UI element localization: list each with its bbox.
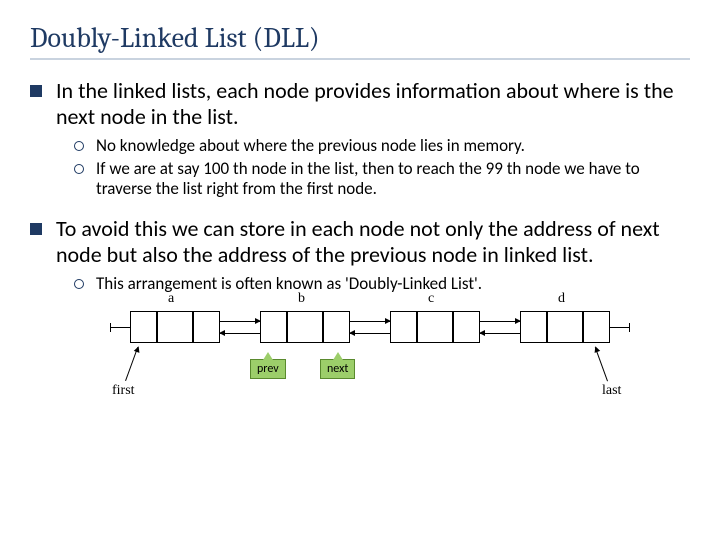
square-bullet-icon	[30, 85, 42, 97]
bullet-1-sub-2: If we are at say 100 th node in the list…	[74, 159, 690, 200]
node-b	[260, 311, 350, 343]
circle-bullet-icon	[74, 279, 84, 289]
node-a	[130, 311, 220, 343]
node-d-label: d	[558, 291, 565, 307]
bullet-2: To avoid this we can store in each node …	[30, 216, 690, 268]
bullet-1-text: In the linked lists, each node provides …	[56, 78, 690, 130]
first-pointer-label: first	[112, 383, 135, 399]
square-bullet-icon	[30, 223, 42, 235]
link-arrow-icon	[350, 333, 390, 334]
node-a-label: a	[168, 291, 174, 307]
node-c-label: c	[428, 291, 434, 307]
null-next-d	[610, 327, 630, 328]
node-b-label: b	[298, 291, 305, 307]
slide-title: Doubly-Linked List (DLL)	[30, 22, 690, 60]
bullet-1-sub-1: No knowledge about where the previous no…	[74, 136, 690, 157]
link-arrow-icon	[480, 321, 520, 322]
last-pointer-arrow-icon	[595, 347, 608, 381]
circle-bullet-icon	[74, 141, 84, 151]
node-c	[390, 311, 480, 343]
bullet-1-sub-2-text: If we are at say 100 th node in the list…	[96, 159, 690, 200]
dll-diagram: a b c d first last prev	[110, 303, 630, 423]
node-d	[520, 311, 610, 343]
bullet-1: In the linked lists, each node provides …	[30, 78, 690, 130]
link-arrow-icon	[220, 321, 260, 322]
circle-bullet-icon	[74, 164, 84, 174]
bullet-2-text: To avoid this we can store in each node …	[56, 216, 690, 268]
bullet-2-sub-1-text: This arrangement is often known as 'Doub…	[96, 274, 690, 295]
link-arrow-icon	[350, 321, 390, 322]
next-callout: next	[320, 359, 355, 379]
null-prev-a	[110, 327, 130, 328]
link-arrow-icon	[480, 333, 520, 334]
bullet-1-sub-1-text: No knowledge about where the previous no…	[96, 136, 690, 157]
link-arrow-icon	[220, 333, 260, 334]
last-pointer-label: last	[602, 383, 621, 399]
bullet-2-sub-1: This arrangement is often known as 'Doub…	[74, 274, 690, 295]
prev-callout: prev	[250, 359, 286, 379]
first-pointer-arrow-icon	[125, 347, 138, 381]
